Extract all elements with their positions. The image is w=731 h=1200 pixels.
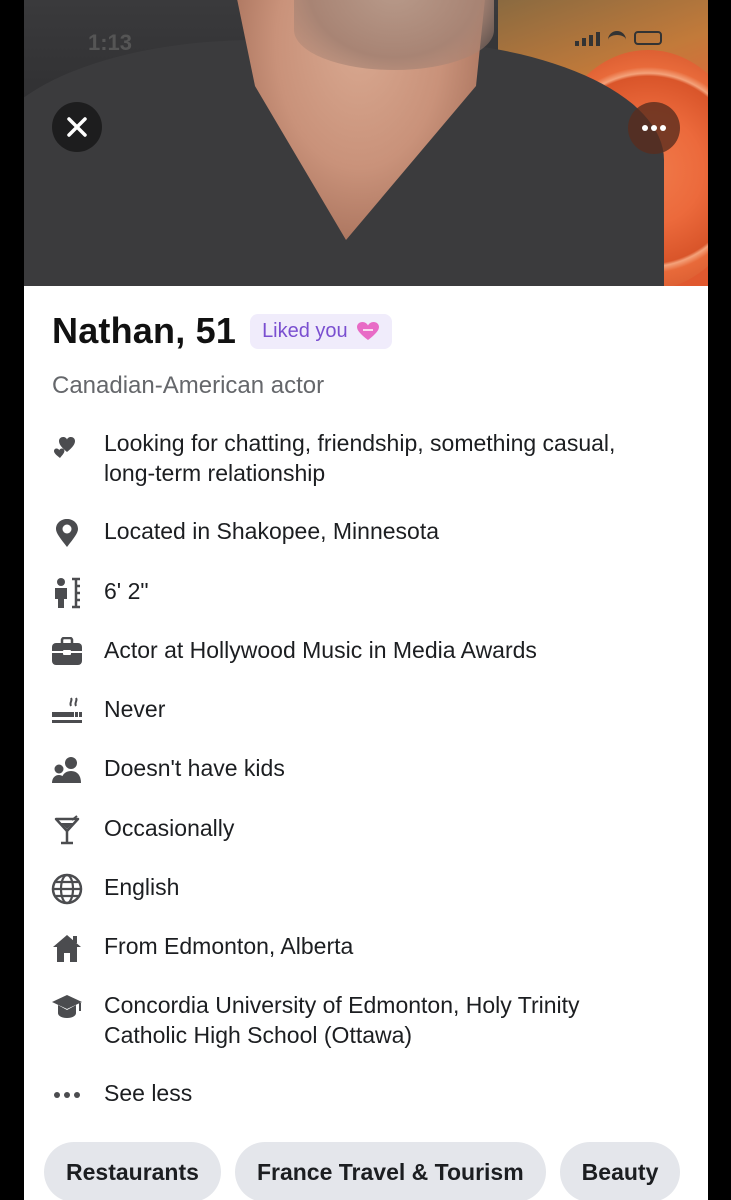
interest-chip[interactable]: France Travel & Tourism xyxy=(234,1142,546,1200)
detail-text: 6' 2" xyxy=(104,578,149,604)
detail-text: Doesn't have kids xyxy=(104,755,285,781)
hearts-icon xyxy=(50,430,84,460)
heart-icon xyxy=(356,322,379,340)
home-icon xyxy=(50,933,84,963)
globe-icon xyxy=(50,873,84,905)
see-less-button[interactable]: See less xyxy=(50,1078,192,1110)
height-icon xyxy=(50,577,84,609)
people-icon xyxy=(50,755,84,785)
interests-chips: Restaurants France Travel & Tourism Beau… xyxy=(44,1142,681,1200)
cocktail-icon xyxy=(50,815,84,845)
profile-photo[interactable]: 1:13 xyxy=(24,0,708,286)
status-icons xyxy=(575,30,662,46)
liked-you-label: Liked you xyxy=(262,319,348,342)
detail-kids: Doesn't have kids xyxy=(50,753,285,785)
ellipsis-icon xyxy=(642,125,666,131)
profile-name-age: Nathan, 51 xyxy=(52,310,237,351)
detail-hometown: From Edmonton, Alberta xyxy=(50,931,353,963)
detail-language: English xyxy=(50,872,179,905)
detail-text: From Edmonton, Alberta xyxy=(104,933,354,959)
interest-chip[interactable]: Restaurants xyxy=(44,1142,221,1200)
detail-location: Located in Shakopee, Minnesota xyxy=(50,516,439,548)
profile-screen: 1:13 Nathan, 51 Liked you Canadian-Ameri… xyxy=(24,0,708,1200)
briefcase-icon xyxy=(50,637,84,667)
smoking-icon xyxy=(50,696,84,726)
detail-text: Concordia University of Edmonton, Holy T… xyxy=(104,992,580,1048)
see-less-label: See less xyxy=(104,1080,193,1106)
location-pin-icon xyxy=(50,518,84,548)
detail-text: Looking for chatting, friendship, someth… xyxy=(104,430,616,486)
detail-text: English xyxy=(104,874,180,900)
interest-chip[interactable]: Beauty xyxy=(559,1142,681,1200)
graduation-cap-icon xyxy=(50,992,84,1022)
wifi-icon xyxy=(608,31,626,45)
profile-subtitle: Canadian-American actor xyxy=(52,372,325,399)
more-options-button[interactable] xyxy=(628,102,680,154)
detail-text: Located in Shakopee, Minnesota xyxy=(104,518,440,544)
detail-work: Actor at Hollywood Music in Media Awards xyxy=(50,635,537,667)
detail-text: Actor at Hollywood Music in Media Awards xyxy=(104,637,537,663)
detail-looking-for: Looking for chatting, friendship, someth… xyxy=(50,428,615,486)
detail-education: Concordia University of Edmonton, Holy T… xyxy=(50,990,580,1048)
liked-you-badge: Liked you xyxy=(250,313,392,349)
detail-height: 6' 2" xyxy=(50,576,149,609)
battery-icon xyxy=(634,31,662,45)
detail-text: Occasionally xyxy=(104,815,235,841)
detail-smoking: Never xyxy=(50,694,165,726)
close-button[interactable] xyxy=(52,102,102,152)
name-row: Nathan, 51 Liked you xyxy=(52,310,392,352)
status-time: 1:13 xyxy=(88,30,133,55)
ellipsis-icon xyxy=(50,1080,84,1110)
detail-text: Never xyxy=(104,696,166,722)
close-icon xyxy=(67,117,87,137)
signal-icon xyxy=(575,30,600,46)
detail-drinking: Occasionally xyxy=(50,813,234,845)
